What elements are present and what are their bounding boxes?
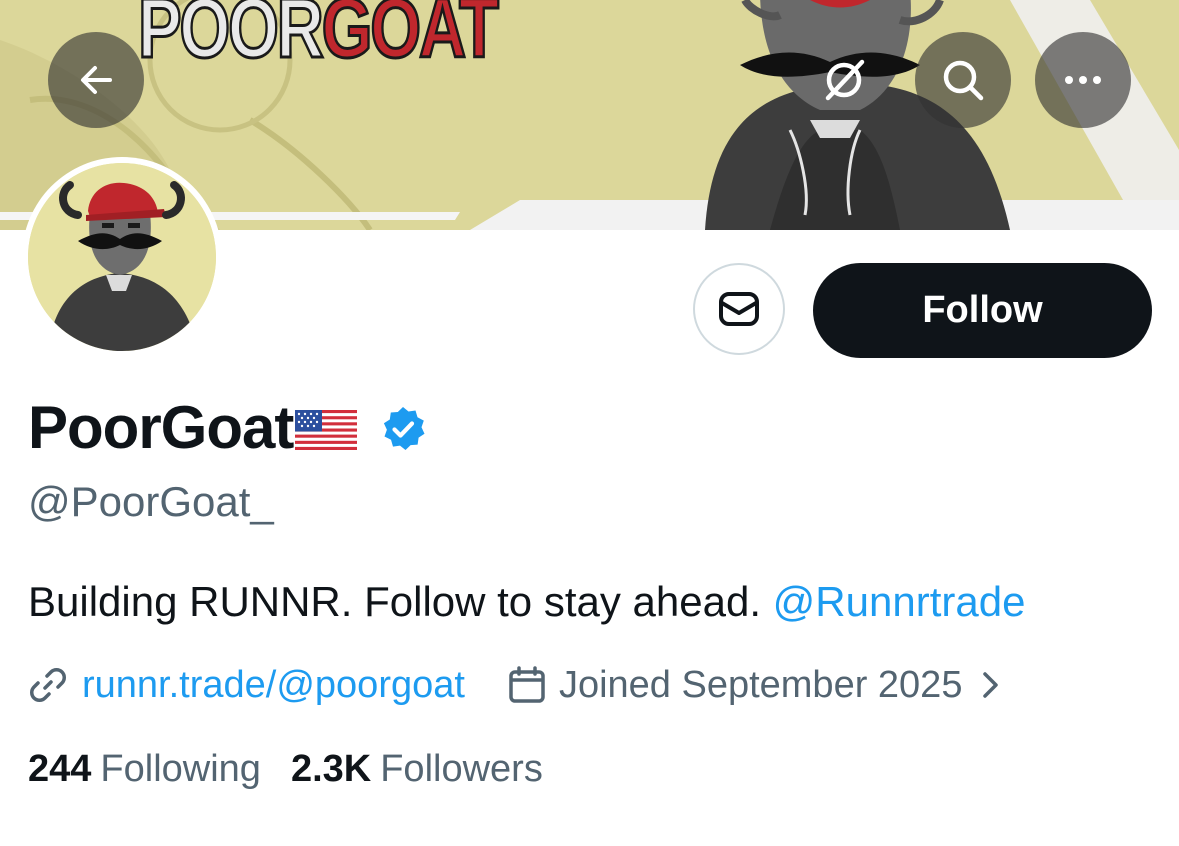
followers-label: Followers xyxy=(380,748,543,790)
grok-button[interactable] xyxy=(796,32,892,128)
us-flag-icon xyxy=(295,410,358,450)
joined-item[interactable]: Joined September 2025 xyxy=(507,660,1005,710)
avatar-image xyxy=(28,163,216,351)
search-icon xyxy=(943,60,984,101)
more-button[interactable] xyxy=(1035,32,1131,128)
display-name: PoorGoat xyxy=(28,394,294,461)
banner-title-part1: POOR xyxy=(137,0,325,75)
followers-stat[interactable]: 2.3K Followers xyxy=(291,744,543,794)
bio-mention-link[interactable]: @Runnrtrade xyxy=(773,578,1026,625)
name-row: PoorGoat xyxy=(28,392,427,464)
link-icon xyxy=(30,668,66,702)
search-button[interactable] xyxy=(915,32,1011,128)
profile-bio: Building RUNNR. Follow to stay ahead. @R… xyxy=(28,574,1025,630)
goat-avatar-icon xyxy=(28,163,216,351)
following-label: Following xyxy=(100,748,261,790)
joined-date: Joined September 2025 xyxy=(558,664,963,706)
chevron-right-icon xyxy=(983,672,999,698)
following-stat[interactable]: 244 Following xyxy=(28,744,261,794)
calendar-icon xyxy=(509,666,545,703)
arrow-left-icon xyxy=(81,66,112,94)
bio-text: Building RUNNR. Follow to stay ahead. xyxy=(28,578,773,625)
following-count: 244 xyxy=(28,748,92,790)
profile-stats: 244 Following 2.3K Followers xyxy=(28,744,543,794)
website-link[interactable]: runnr.trade/@poorgoat xyxy=(82,660,465,710)
follow-button[interactable]: Follow xyxy=(813,263,1152,358)
verified-badge-icon[interactable] xyxy=(379,405,427,453)
envelope-icon xyxy=(719,292,759,326)
message-button[interactable] xyxy=(693,263,785,355)
banner-title-part2: GOAT xyxy=(320,0,500,75)
profile-meta: runnr.trade/@poorgoat Joined September 2… xyxy=(28,660,1004,710)
avatar[interactable] xyxy=(22,157,222,357)
back-button[interactable] xyxy=(48,32,144,128)
more-horizontal-icon xyxy=(1065,76,1101,84)
profile-handle: @PoorGoat_ xyxy=(28,478,274,525)
banner-title: POORGOAT xyxy=(137,0,500,72)
website-item[interactable]: runnr.trade/@poorgoat xyxy=(28,660,465,710)
grok-icon xyxy=(825,59,865,101)
followers-count: 2.3K xyxy=(290,748,372,790)
